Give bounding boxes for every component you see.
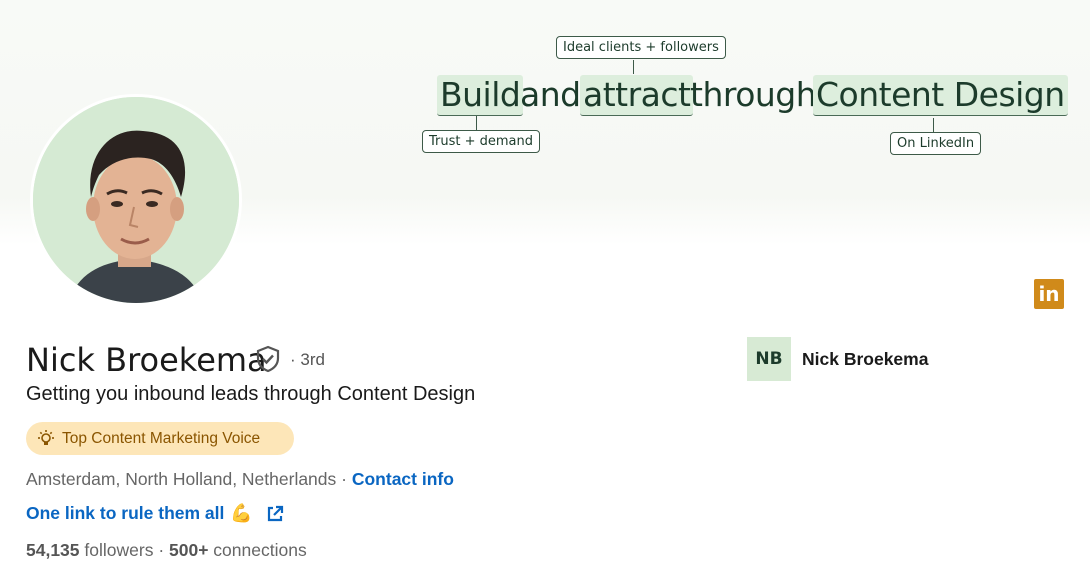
connections-count[interactable]: 500+ [169, 540, 208, 560]
connections-label[interactable]: connections [208, 540, 306, 560]
profile-headline: Getting you inbound leads through Conten… [26, 383, 476, 405]
featured-link-row[interactable]: One link to rule them all 💪 [26, 503, 285, 524]
connector-line [633, 60, 634, 74]
banner-word-content-design: Content Design [813, 75, 1068, 116]
banner-word-build: Build [437, 75, 524, 116]
banner-tag-left: Trust + demand [422, 130, 541, 153]
verified-shield-icon[interactable] [254, 345, 282, 373]
banner-tag-top: Ideal clients + followers [556, 36, 726, 59]
company-logo: NB [747, 337, 791, 381]
followers-label: followers [79, 540, 154, 560]
banner-word-and: and [520, 75, 581, 114]
banner-word-attract: attract [580, 75, 694, 116]
profile-stats: 54,135 followers · 500+ connections [26, 540, 307, 561]
profile-name: Nick Broekema [26, 341, 267, 379]
person-photo [33, 97, 239, 303]
company-name[interactable]: Nick Broekema [802, 349, 928, 370]
separator: · [153, 540, 170, 560]
connector-line [476, 116, 477, 130]
connector-line [933, 118, 934, 132]
profile-location-row: Amsterdam, North Holland, Netherlands · … [26, 469, 454, 490]
flexed-biceps-icon: 💪 [230, 503, 253, 523]
linkedin-logo-icon[interactable]: in [1034, 279, 1064, 309]
contact-info-link[interactable]: Contact info [352, 469, 454, 489]
featured-link[interactable]: One link to rule them all [26, 503, 224, 524]
followers-count: 54,135 [26, 540, 80, 560]
top-voice-label: Top Content Marketing Voice [62, 429, 261, 447]
current-company[interactable]: NB Nick Broekema [747, 337, 928, 381]
separator: · [336, 469, 352, 489]
external-link-icon[interactable] [265, 504, 285, 524]
location-text: Amsterdam, North Holland, Netherlands [26, 469, 337, 489]
lightbulb-icon [38, 429, 54, 445]
banner-tag-right: On LinkedIn [890, 132, 982, 155]
connection-degree: · 3rd [290, 350, 325, 369]
top-voice-badge[interactable]: Top Content Marketing Voice [26, 422, 294, 455]
banner-word-through: through [690, 75, 817, 114]
profile-avatar[interactable] [30, 94, 242, 306]
